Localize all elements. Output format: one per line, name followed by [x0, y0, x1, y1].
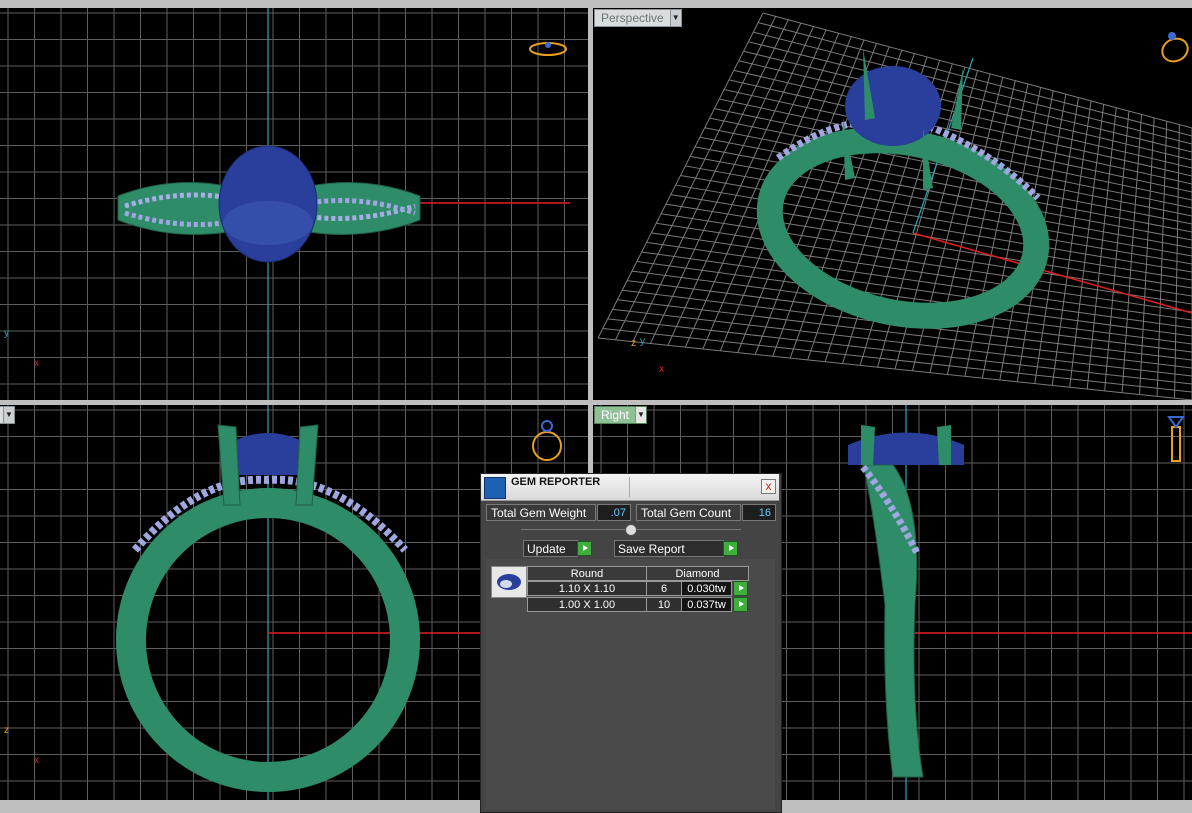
row-go-icon[interactable] — [733, 581, 748, 596]
viewport-top[interactable]: y x — [0, 8, 588, 400]
chevron-down-icon[interactable]: ▼ — [3, 407, 14, 423]
gem-reporter-titlebar[interactable]: GEM REPORTER x — [481, 474, 779, 501]
round-gem-icon — [491, 566, 527, 598]
viewport-view-selector-perspective[interactable]: Perspective ▼ — [594, 9, 682, 27]
total-gem-count-value: 16 — [742, 504, 776, 521]
update-go-icon[interactable] — [577, 541, 592, 556]
column-header-material: Diamond — [646, 566, 749, 581]
total-gem-weight-value: .07 — [597, 504, 631, 521]
save-report-go-icon[interactable] — [723, 541, 738, 556]
title-divider — [629, 477, 630, 497]
ring-nav-icon[interactable] — [530, 413, 564, 465]
total-gem-weight-label: Total Gem Weight — [486, 504, 596, 521]
total-gem-count-label: Total Gem Count — [636, 504, 741, 521]
gem-table-area: Round Diamond 1.10 X 1.10 6 0.030tw 1.00… — [485, 559, 775, 810]
axis-z-label: z — [4, 725, 9, 736]
table-row-count: 6 — [646, 581, 682, 596]
chevron-down-icon[interactable]: ▼ — [670, 10, 681, 26]
table-row-size: 1.00 X 1.00 — [527, 597, 647, 612]
ring-model-top — [118, 146, 420, 262]
axis-y-label: y — [4, 328, 9, 339]
grid-top — [0, 8, 588, 400]
gem-reporter-title: GEM REPORTER — [511, 476, 600, 488]
splitter-handle[interactable] — [625, 524, 637, 536]
axis-x-label: x — [34, 358, 39, 369]
row-go-icon[interactable] — [733, 597, 748, 612]
column-header-cut: Round — [527, 566, 647, 581]
ring-nav-icon[interactable] — [1158, 26, 1192, 66]
table-row-count: 10 — [646, 597, 682, 612]
gem-reporter-icon — [484, 477, 506, 499]
table-row-size: 1.10 X 1.10 — [527, 581, 647, 596]
table-row-weight: 0.037tw — [681, 597, 732, 612]
axis-z-label: z — [631, 338, 636, 349]
axis-y-label: y — [640, 336, 645, 347]
axis-x-label: x — [659, 364, 664, 375]
ring-nav-icon[interactable] — [528, 38, 568, 60]
table-row-weight: 0.030tw — [681, 581, 732, 596]
axis-x-label: x — [34, 755, 39, 766]
viewport-label: Perspective — [601, 10, 670, 26]
ring-nav-icon[interactable] — [1166, 413, 1186, 465]
chevron-down-icon[interactable]: ▼ — [635, 407, 646, 423]
viewport-perspective[interactable]: Perspective ▼ z y x — [593, 8, 1192, 400]
close-button[interactable]: x — [761, 479, 776, 494]
gem-reporter-panel[interactable]: GEM REPORTER x Total Gem Weight .07 Tota… — [480, 473, 782, 813]
viewport-label: Right — [601, 407, 635, 423]
viewport-view-selector-front[interactable]: ▼ — [0, 406, 15, 424]
grid-perspective — [593, 8, 1192, 400]
update-button[interactable]: Update — [523, 540, 578, 557]
viewport-view-selector-right[interactable]: Right ▼ — [594, 406, 647, 424]
save-report-button[interactable]: Save Report — [614, 540, 724, 557]
